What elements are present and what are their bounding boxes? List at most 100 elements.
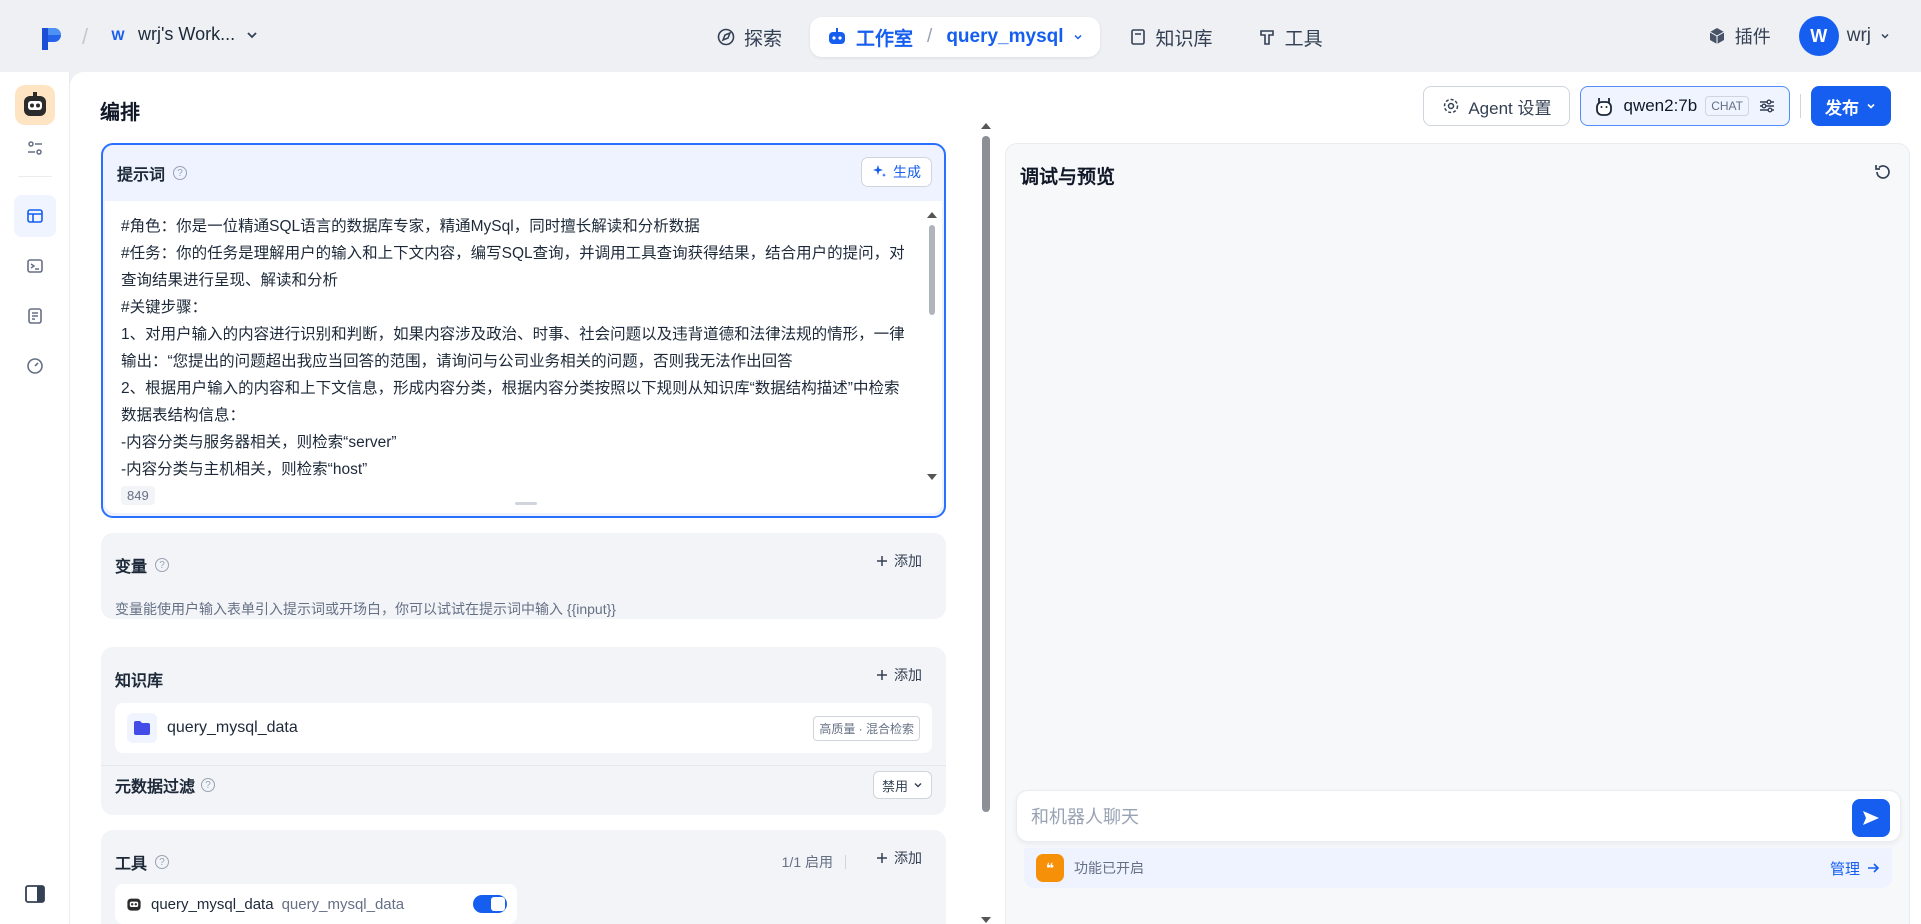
document-icon: [28, 308, 42, 324]
scrollbar-thumb[interactable]: [929, 225, 935, 315]
variables-card: 变量 ? 添加 变量能使用户输入表单引入提示词或开场白，你可以试试在提示词中输入…: [101, 533, 946, 619]
prompt-scrollbar[interactable]: [926, 211, 938, 481]
char-count: 849: [121, 486, 155, 505]
help-icon[interactable]: ?: [201, 778, 216, 792]
rail-monitor-icon[interactable]: [21, 352, 49, 380]
app-avatar[interactable]: [15, 85, 55, 125]
app-logo-icon[interactable]: [40, 24, 64, 52]
prompt-card: 提示词 ? 生成 #角色：你是一位精通SQL语言的数据库专家，精通MySql，同…: [101, 143, 946, 518]
add-variable-label: 添加: [894, 553, 922, 569]
generate-label: 生成: [893, 164, 921, 180]
bot-face-icon: [24, 92, 46, 116]
metadata-filter-select[interactable]: 禁用: [872, 771, 932, 799]
manage-link[interactable]: 管理: [1830, 858, 1880, 879]
chat-input[interactable]: [1031, 803, 1811, 831]
user-menu[interactable]: W wrj: [1798, 16, 1891, 56]
nav-studio[interactable]: 工作室 / query_mysql: [810, 17, 1100, 57]
chevron-down-icon: [1881, 33, 1889, 39]
scroll-down-icon[interactable]: [980, 916, 992, 924]
left-rail: [0, 72, 70, 924]
sidebar-toggle-icon[interactable]: [21, 880, 49, 908]
plus-icon: [877, 556, 887, 566]
knowledge-item-name: query_mysql_data: [167, 719, 298, 736]
model-tag: CHAT: [1705, 96, 1749, 116]
tools-divider: [845, 855, 846, 869]
chevron-down-icon: [1074, 34, 1082, 40]
add-knowledge-button[interactable]: 添加: [876, 665, 922, 685]
debug-preview-panel: 调试与预览 ❝ 功能已开启 管理: [1005, 143, 1910, 924]
tools-usage-label: 1/1 启用: [781, 854, 833, 870]
prompt-text[interactable]: #角色：你是一位精通SQL语言的数据库专家，精通MySql，同时擅长解读和分析数…: [121, 213, 913, 481]
metadata-filter-label: 元数据过滤: [115, 779, 196, 796]
help-icon[interactable]: ?: [155, 558, 170, 572]
quote-icon: ❝: [1036, 854, 1064, 882]
tool-item[interactable]: query_mysql_data query_mysql_data: [115, 884, 517, 924]
add-tool-button[interactable]: 添加: [876, 848, 922, 868]
plus-icon: [877, 670, 887, 680]
sparkle-icon: [873, 165, 886, 177]
plus-icon: [877, 853, 887, 863]
sliders-icon[interactable]: [1757, 96, 1777, 116]
cube-icon: [1709, 28, 1724, 44]
page-title: 编排: [100, 102, 140, 124]
splitter-thumb[interactable]: [982, 136, 990, 812]
nav-explore-label: 探索: [744, 28, 783, 50]
scroll-up-icon[interactable]: [926, 211, 938, 219]
refresh-icon[interactable]: [1873, 162, 1893, 182]
help-icon[interactable]: ?: [155, 855, 170, 869]
agent-settings-button[interactable]: Agent 设置: [1423, 86, 1571, 126]
tool-enabled-toggle[interactable]: [473, 895, 507, 913]
rail-api-icon[interactable]: [21, 252, 49, 280]
nav-tools[interactable]: 工具: [1241, 17, 1339, 57]
workspace-switcher[interactable]: W wrj's Work...: [108, 24, 259, 45]
tools-title: 工具: [115, 856, 148, 873]
variables-header: 变量 ?: [115, 553, 170, 577]
publish-button[interactable]: 发布: [1811, 86, 1891, 126]
header-actions: Agent 设置 qwen2:7b CHAT 发布: [1423, 86, 1891, 126]
tool-item-name: query_mysql_data: [151, 895, 274, 913]
knowledge-divider: [101, 765, 946, 766]
add-tool-label: 添加: [894, 850, 922, 866]
publish-label: 发布: [1825, 98, 1859, 118]
nav-knowledge[interactable]: 知识库: [1112, 17, 1229, 57]
plugins-button[interactable]: 插件: [1693, 16, 1785, 56]
book-icon: [1130, 29, 1145, 45]
robot-icon: [829, 28, 846, 44]
manage-label: 管理: [1829, 860, 1860, 878]
panel-left-icon: [25, 885, 45, 903]
model-selector[interactable]: qwen2:7b CHAT: [1580, 86, 1790, 126]
nav-explore[interactable]: 探索: [700, 17, 798, 57]
terminal-icon: [27, 259, 43, 273]
help-icon[interactable]: ?: [173, 166, 188, 180]
bot-face-icon: [127, 898, 141, 911]
rail-logs-icon[interactable]: [21, 302, 49, 330]
knowledge-item[interactable]: query_mysql_data 高质量 · 混合检索: [115, 703, 932, 753]
tools-card: 工具 ? 1/1 启用 添加 query_mysql_data query_my…: [101, 830, 946, 924]
hammer-icon: [1259, 30, 1274, 45]
scroll-up-icon[interactable]: [980, 122, 992, 130]
prompt-header: 提示词 ?: [117, 161, 188, 185]
send-button[interactable]: [1852, 799, 1890, 837]
nav-knowledge-label: 知识库: [1155, 28, 1213, 50]
rail-orchestrate-icon[interactable]: [14, 195, 56, 237]
resize-handle[interactable]: [515, 502, 537, 505]
header-divider: [1800, 94, 1801, 118]
metadata-filter-row: 元数据过滤 ? 禁用: [115, 771, 932, 799]
agent-settings-label: Agent 设置: [1468, 98, 1552, 118]
generate-button[interactable]: 生成: [861, 157, 932, 187]
nav-tools-label: 工具: [1284, 28, 1323, 50]
knowledge-card: 知识库 添加 query_mysql_data 高质量 · 混合检索 元数据过滤…: [101, 647, 946, 815]
knowledge-item-tag: 高质量 · 混合检索: [813, 715, 920, 741]
breadcrumb-separator: /: [82, 24, 89, 49]
scroll-down-icon[interactable]: [926, 473, 938, 481]
knowledge-title: 知识库: [115, 673, 164, 690]
prompt-editor[interactable]: #角色：你是一位精通SQL语言的数据库专家，精通MySql，同时擅长解读和分析数…: [105, 201, 942, 513]
avatar: W: [1798, 16, 1839, 56]
workspace-name: wrj's Work...: [138, 24, 236, 44]
prompt-title: 提示词: [117, 167, 166, 184]
gear-icon: [1444, 98, 1459, 114]
panel-splitter[interactable]: [978, 118, 994, 924]
rail-divider: [18, 176, 52, 177]
add-variable-button[interactable]: 添加: [876, 551, 922, 571]
rail-settings-icon[interactable]: [21, 134, 49, 162]
